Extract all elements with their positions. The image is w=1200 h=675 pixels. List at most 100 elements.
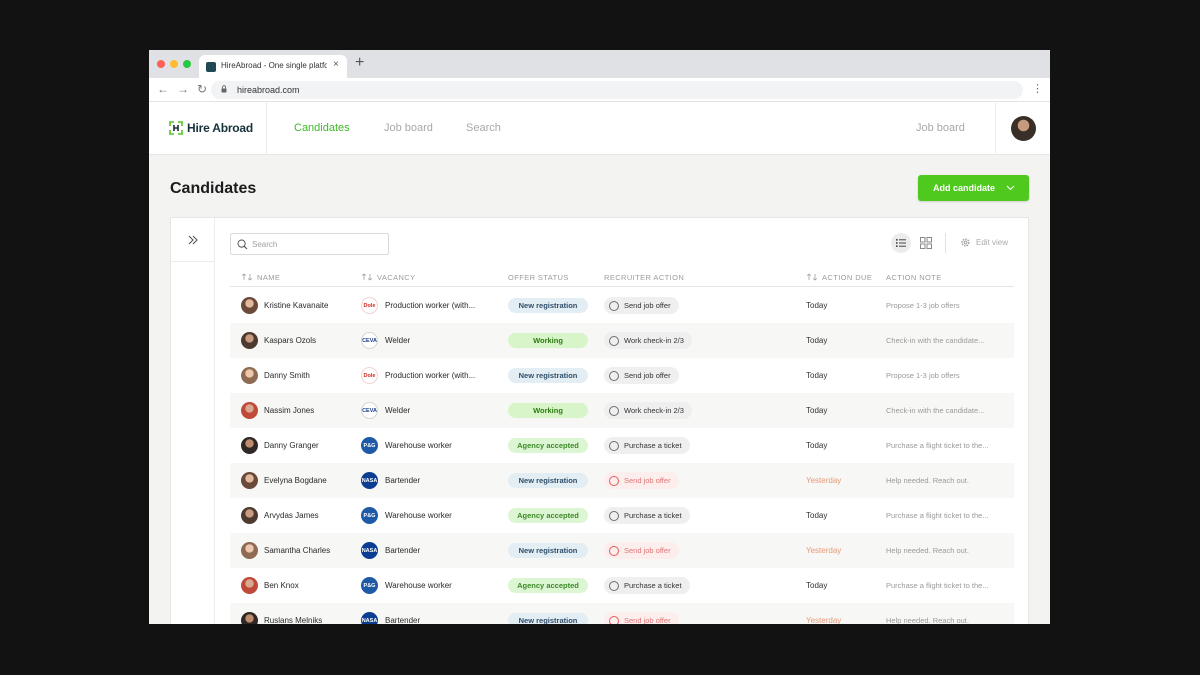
candidate-cell[interactable]: Nassim Jones bbox=[241, 393, 314, 428]
action-checkbox-icon[interactable] bbox=[609, 370, 619, 381]
candidate-name[interactable]: Evelyna Bogdane bbox=[264, 476, 327, 485]
window-maximize-button[interactable] bbox=[183, 60, 191, 68]
candidate-cell[interactable]: Ben Knox bbox=[241, 568, 299, 603]
table-row[interactable]: Arvydas James P&G Warehouse worker Agency a… bbox=[230, 498, 1014, 533]
col-header-vacancy[interactable]: VACANCY bbox=[361, 273, 416, 282]
action-checkbox-icon[interactable] bbox=[609, 405, 619, 416]
action-checkbox-icon[interactable] bbox=[609, 335, 619, 346]
recruiter-action-chip[interactable]: Send job offer bbox=[604, 472, 679, 489]
recruiter-action-cell[interactable]: Send job offer bbox=[604, 463, 679, 498]
search-input[interactable] bbox=[252, 237, 382, 251]
recruiter-action-chip[interactable]: Send job offer bbox=[604, 612, 679, 624]
action-checkbox-icon[interactable] bbox=[609, 545, 619, 556]
table-row[interactable]: Nassim Jones CEVA Welder Working Work check-… bbox=[230, 393, 1014, 428]
table-row[interactable]: Ruslans Melniks NASA Bartender New registra… bbox=[230, 603, 1014, 624]
recruiter-action-chip[interactable]: Purchase a ticket bbox=[604, 577, 690, 594]
recruiter-action-chip[interactable]: Purchase a ticket bbox=[604, 507, 690, 524]
candidate-name[interactable]: Kaspars Ozols bbox=[264, 336, 316, 345]
url-field[interactable]: hireabroad.com bbox=[211, 81, 1023, 99]
candidate-name[interactable]: Samantha Charles bbox=[264, 546, 330, 555]
add-candidate-button[interactable]: Add candidate bbox=[918, 175, 1029, 201]
candidate-cell[interactable]: Kristine Kavanaite bbox=[241, 288, 328, 323]
recruiter-action-cell[interactable]: Purchase a ticket bbox=[604, 428, 690, 463]
recruiter-action-chip[interactable]: Work check-in 2/3 bbox=[604, 332, 692, 349]
col-header-offer-status[interactable]: OFFER STATUS bbox=[508, 273, 569, 282]
candidate-cell[interactable]: Danny Smith bbox=[241, 358, 310, 393]
window-close-button[interactable] bbox=[157, 60, 165, 68]
tab-close-icon[interactable]: × bbox=[333, 60, 339, 70]
vacancy-cell[interactable]: P&G Warehouse worker bbox=[361, 428, 481, 463]
vacancy-cell[interactable]: CEVA Welder bbox=[361, 323, 481, 358]
action-checkbox-icon[interactable] bbox=[609, 615, 619, 624]
recruiter-action-cell[interactable]: Send job offer bbox=[604, 603, 679, 624]
recruiter-action-cell[interactable]: Send job offer bbox=[604, 358, 679, 393]
browser-menu-icon[interactable]: ⋮ bbox=[1032, 82, 1043, 96]
action-checkbox-icon[interactable] bbox=[609, 580, 619, 591]
candidate-cell[interactable]: Evelyna Bogdane bbox=[241, 463, 327, 498]
list-view-button[interactable] bbox=[891, 233, 911, 253]
vacancy-cell[interactable]: P&G Warehouse worker bbox=[361, 568, 481, 603]
vacancy-cell[interactable]: Dole Production worker (with... bbox=[361, 288, 481, 323]
candidate-cell[interactable]: Ruslans Melniks bbox=[241, 603, 322, 624]
table-row[interactable]: Kristine Kavanaite Dole Production worker … bbox=[230, 288, 1014, 323]
action-checkbox-icon[interactable] bbox=[609, 300, 619, 311]
window-minimize-button[interactable] bbox=[170, 60, 178, 68]
reload-icon[interactable]: ↻ bbox=[197, 81, 207, 97]
candidate-cell[interactable]: Arvydas James bbox=[241, 498, 319, 533]
recruiter-action-cell[interactable]: Send job offer bbox=[604, 288, 679, 323]
table-row[interactable]: Evelyna Bogdane NASA Bartender New registra… bbox=[230, 463, 1014, 498]
recruiter-action-cell[interactable]: Purchase a ticket bbox=[604, 568, 690, 603]
candidate-name[interactable]: Nassim Jones bbox=[264, 406, 314, 415]
user-menu[interactable] bbox=[995, 102, 1050, 155]
action-checkbox-icon[interactable] bbox=[609, 475, 619, 486]
col-header-name[interactable]: NAME bbox=[241, 273, 280, 282]
candidate-name[interactable]: Ben Knox bbox=[264, 581, 299, 590]
recruiter-action-chip[interactable]: Send job offer bbox=[604, 367, 679, 384]
table-row[interactable]: Ben Knox P&G Warehouse worker Agency accept… bbox=[230, 568, 1014, 603]
recruiter-action-chip[interactable]: Send job offer bbox=[604, 297, 679, 314]
candidate-name[interactable]: Kristine Kavanaite bbox=[264, 301, 328, 310]
user-avatar[interactable] bbox=[1011, 116, 1036, 141]
search-field[interactable] bbox=[230, 233, 389, 255]
forward-arrow-icon[interactable]: → bbox=[177, 81, 189, 97]
vacancy-cell[interactable]: NASA Bartender bbox=[361, 603, 481, 624]
recruiter-action-chip[interactable]: Work check-in 2/3 bbox=[604, 402, 692, 419]
back-arrow-icon[interactable]: ← bbox=[157, 81, 169, 97]
table-row[interactable]: Danny Granger P&G Warehouse worker Agency a… bbox=[230, 428, 1014, 463]
col-header-action-note[interactable]: ACTION NOTE bbox=[886, 273, 942, 282]
nav-job-board-right[interactable]: Job board bbox=[916, 122, 965, 134]
new-tab-button[interactable]: + bbox=[355, 54, 364, 72]
col-header-recruiter-action[interactable]: RECRUITER ACTION bbox=[604, 273, 684, 282]
candidate-cell[interactable]: Danny Granger bbox=[241, 428, 319, 463]
recruiter-action-cell[interactable]: Work check-in 2/3 bbox=[604, 323, 692, 358]
logo[interactable]: Hire Abroad bbox=[149, 102, 267, 155]
vacancy-cell[interactable]: NASA Bartender bbox=[361, 463, 481, 498]
sidebar-toggle[interactable] bbox=[171, 218, 214, 262]
browser-tab[interactable]: HireAbroad - One single platform × bbox=[199, 55, 347, 78]
recruiter-action-cell[interactable]: Purchase a ticket bbox=[604, 498, 690, 533]
candidate-name[interactable]: Danny Smith bbox=[264, 371, 310, 380]
recruiter-action-cell[interactable]: Work check-in 2/3 bbox=[604, 393, 692, 428]
table-row[interactable]: Samantha Charles NASA Bartender New registr… bbox=[230, 533, 1014, 568]
recruiter-action-chip[interactable]: Purchase a ticket bbox=[604, 437, 690, 454]
nav-search[interactable]: Search bbox=[466, 122, 501, 134]
vacancy-cell[interactable]: CEVA Welder bbox=[361, 393, 481, 428]
nav-job-board[interactable]: Job board bbox=[384, 122, 433, 134]
action-checkbox-icon[interactable] bbox=[609, 510, 619, 521]
action-checkbox-icon[interactable] bbox=[609, 440, 619, 451]
table-row[interactable]: Kaspars Ozols CEVA Welder Working Work check… bbox=[230, 323, 1014, 358]
recruiter-action-chip[interactable]: Send job offer bbox=[604, 542, 679, 559]
vacancy-cell[interactable]: Dole Production worker (with... bbox=[361, 358, 481, 393]
nav-candidates[interactable]: Candidates bbox=[294, 122, 350, 134]
candidate-cell[interactable]: Samantha Charles bbox=[241, 533, 330, 568]
recruiter-action-cell[interactable]: Send job offer bbox=[604, 533, 679, 568]
vacancy-cell[interactable]: NASA Bartender bbox=[361, 533, 481, 568]
candidate-name[interactable]: Ruslans Melniks bbox=[264, 616, 322, 624]
candidate-name[interactable]: Danny Granger bbox=[264, 441, 319, 450]
candidate-name[interactable]: Arvydas James bbox=[264, 511, 319, 520]
grid-view-icon[interactable] bbox=[919, 236, 933, 250]
table-row[interactable]: Danny Smith Dole Production worker (with..… bbox=[230, 358, 1014, 393]
expand-sidebar-icon[interactable] bbox=[187, 234, 199, 246]
vacancy-cell[interactable]: P&G Warehouse worker bbox=[361, 498, 481, 533]
candidate-cell[interactable]: Kaspars Ozols bbox=[241, 323, 316, 358]
